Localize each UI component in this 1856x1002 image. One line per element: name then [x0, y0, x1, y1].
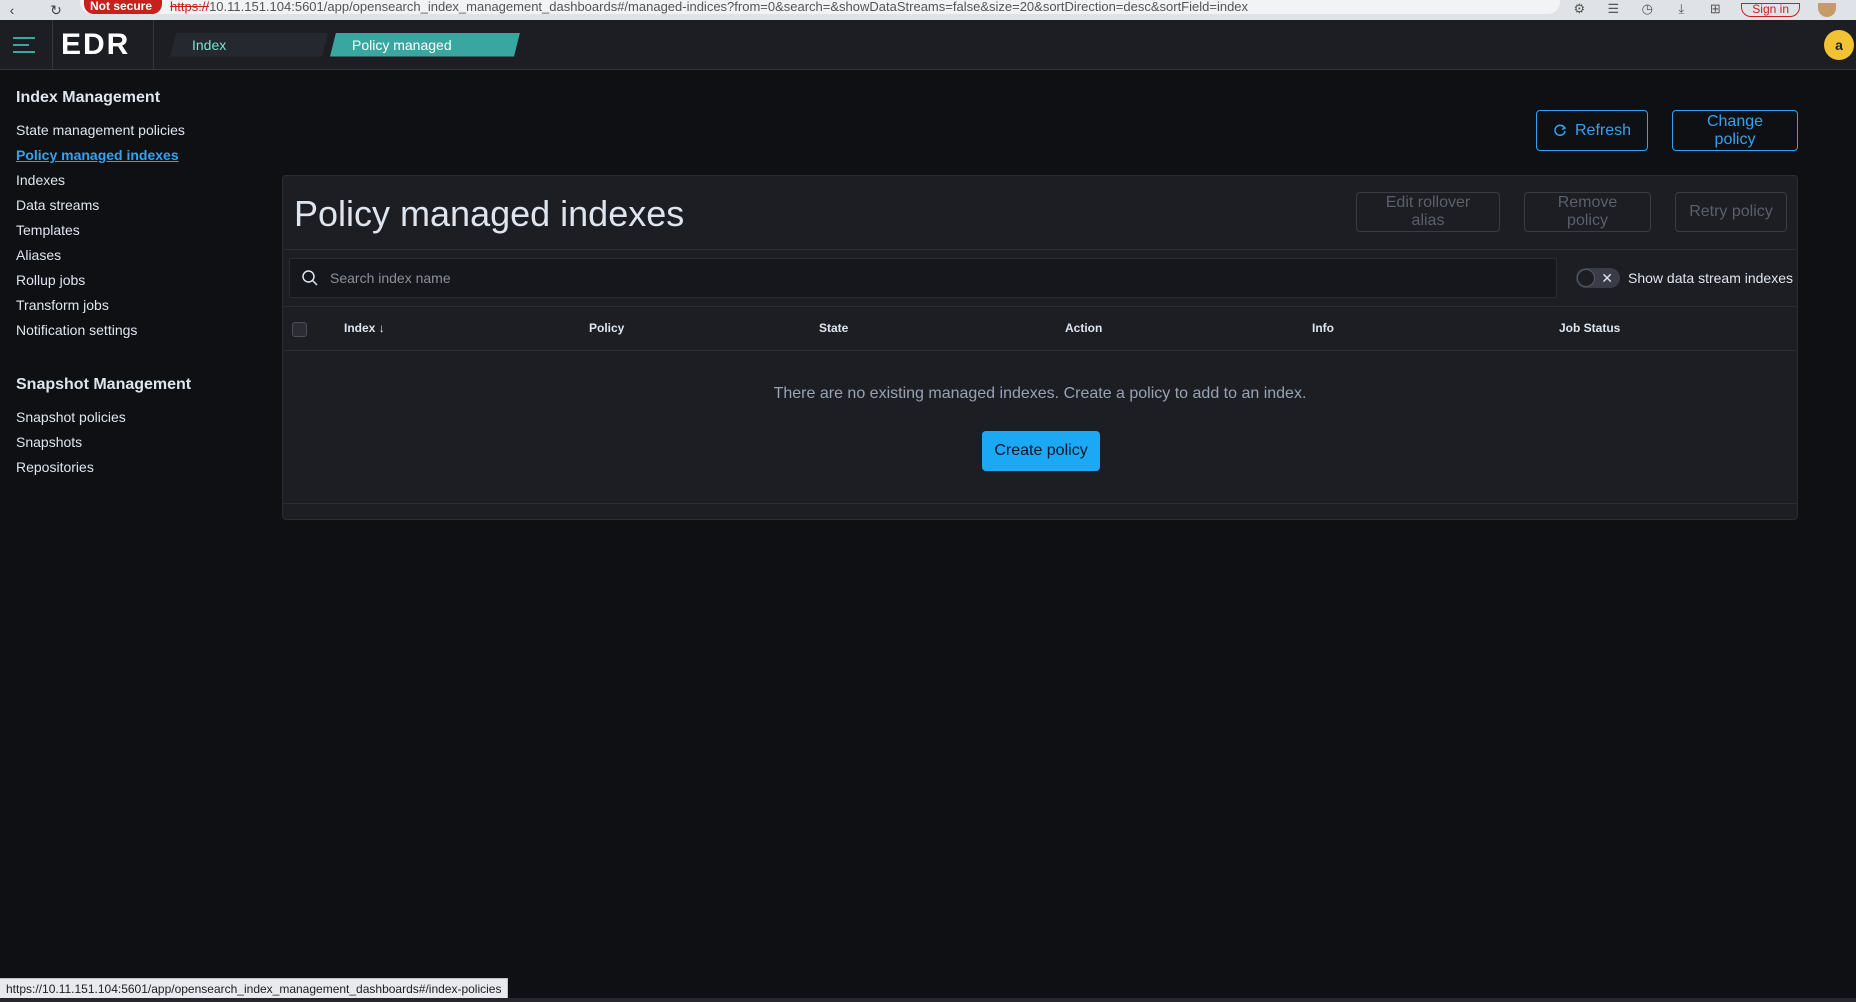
sidebar-item-state-management-policies[interactable]: State management policies	[16, 118, 266, 143]
sidebar-title-snapshot-management: Snapshot Management	[16, 376, 192, 393]
retry-policy-button[interactable]: Retry policy	[1675, 192, 1787, 232]
divider	[283, 503, 1797, 504]
extensions-icon[interactable]: ⚙	[1571, 2, 1587, 17]
address-bar[interactable]: Not secure https://10.11.151.104:5601/ap…	[80, 0, 1560, 14]
sign-in-button[interactable]: Sign in	[1741, 3, 1800, 17]
url-rest: 10.11.151.104:5601/app/opensearch_index_…	[209, 0, 1249, 14]
menu-toggle-button[interactable]	[0, 20, 48, 70]
remove-policy-button[interactable]: Remove policy	[1524, 192, 1651, 232]
table-header: Index ↓ Policy State Action Info Job Sta…	[283, 307, 1797, 350]
refresh-icon	[1554, 123, 1567, 136]
sort-arrow-down-icon: ↓	[378, 321, 385, 335]
panel-actions: Edit rollover alias Remove policy Retry …	[1356, 192, 1787, 232]
sidebar-item-rollup-jobs[interactable]: Rollup jobs	[16, 268, 266, 293]
page-actions: Refresh Change policy	[1536, 110, 1798, 151]
apps-icon[interactable]: ⊞	[1707, 2, 1723, 17]
divider	[283, 249, 1797, 250]
reading-list-icon[interactable]: ☰	[1605, 2, 1621, 17]
breadcrumb: Index Manageme... Policy managed indexes	[170, 33, 520, 57]
sidebar-item-repositories[interactable]: Repositories	[16, 455, 266, 480]
url-scheme: https://	[170, 0, 210, 14]
column-header-action[interactable]: Action	[1065, 307, 1102, 350]
sidebar-item-data-streams[interactable]: Data streams	[16, 193, 266, 218]
column-header-policy[interactable]: Policy	[589, 307, 624, 350]
sidebar-item-notification-settings[interactable]: Notification settings	[16, 318, 266, 343]
column-header-state[interactable]: State	[819, 307, 848, 350]
toggle-label: Show data stream indexes	[1628, 270, 1793, 286]
sidebar-item-aliases[interactable]: Aliases	[16, 243, 266, 268]
taskbar-edge	[0, 998, 1856, 1002]
sidebar-item-indexes[interactable]: Indexes	[16, 168, 266, 193]
show-data-stream-toggle-group: ✕ Show data stream indexes	[1576, 268, 1793, 288]
sidebar-item-snapshots[interactable]: Snapshots	[16, 430, 266, 455]
browser-toolbar-right: ⚙ ☰ ◷ ⤓ ⊞ Sign in	[1571, 0, 1856, 20]
column-header-info[interactable]: Info	[1312, 307, 1334, 350]
edit-rollover-alias-button[interactable]: Edit rollover alias	[1356, 192, 1500, 232]
divider	[283, 350, 1797, 351]
change-policy-button[interactable]: Change policy	[1672, 110, 1798, 151]
search-input[interactable]	[330, 259, 1556, 297]
reload-icon[interactable]: ↻	[44, 0, 68, 20]
status-bar-url: https://10.11.151.104:5601/app/opensearc…	[0, 978, 509, 998]
logo: EDR	[61, 27, 131, 61]
empty-state-message: There are no existing managed indexes. C…	[773, 385, 1307, 402]
breadcrumb-policy-managed-indexes: Policy managed indexes	[330, 33, 520, 57]
column-header-index-label: Index	[344, 321, 376, 335]
breadcrumb-index-management[interactable]: Index Manageme...	[170, 33, 328, 57]
select-all-checkbox[interactable]	[292, 322, 307, 337]
page-title: Policy managed indexes	[294, 193, 685, 234]
sidebar-snapshot-list: Snapshot policies Snapshots Repositories	[16, 405, 266, 480]
column-header-index[interactable]: Index ↓	[344, 307, 385, 350]
search-box	[289, 258, 1557, 298]
profile-avatar[interactable]	[1818, 3, 1836, 17]
logo-link[interactable]: EDR	[52, 19, 154, 70]
create-policy-button[interactable]: Create policy	[982, 431, 1100, 471]
close-icon: ✕	[1601, 270, 1614, 286]
browser-toolbar: ‹ ↻ Not secure https://10.11.151.104:560…	[0, 0, 1856, 20]
url-text: https://10.11.151.104:5601/app/opensearc…	[170, 0, 1249, 14]
sidebar-item-transform-jobs[interactable]: Transform jobs	[16, 293, 266, 318]
back-icon[interactable]: ‹	[0, 0, 24, 20]
app-header: EDR Index Manageme... Policy managed ind…	[0, 19, 1856, 70]
sidebar-index-list: State management policies Policy managed…	[16, 118, 266, 343]
toggle-knob	[1577, 269, 1596, 287]
history-icon[interactable]: ◷	[1639, 2, 1655, 17]
hamburger-menu-icon	[13, 36, 35, 53]
sidebar-item-snapshot-policies[interactable]: Snapshot policies	[16, 405, 266, 430]
search-icon	[290, 258, 330, 298]
managed-indexes-panel: Policy managed indexes Edit rollover ali…	[282, 175, 1798, 520]
show-data-stream-toggle[interactable]: ✕	[1576, 268, 1621, 288]
sidebar-item-templates[interactable]: Templates	[16, 218, 266, 243]
refresh-label: Refresh	[1574, 121, 1632, 139]
refresh-button[interactable]: Refresh	[1536, 110, 1648, 151]
column-header-job-status[interactable]: Job Status	[1559, 307, 1620, 350]
download-icon[interactable]: ⤓	[1673, 2, 1689, 17]
sidebar: Index Management State management polici…	[16, 86, 266, 480]
not-secure-badge[interactable]: Not secure	[84, 0, 163, 14]
user-avatar[interactable]: a	[1824, 30, 1854, 60]
sidebar-item-policy-managed-indexes[interactable]: Policy managed indexes	[16, 143, 266, 168]
sidebar-title-index-management: Index Management	[16, 89, 161, 106]
